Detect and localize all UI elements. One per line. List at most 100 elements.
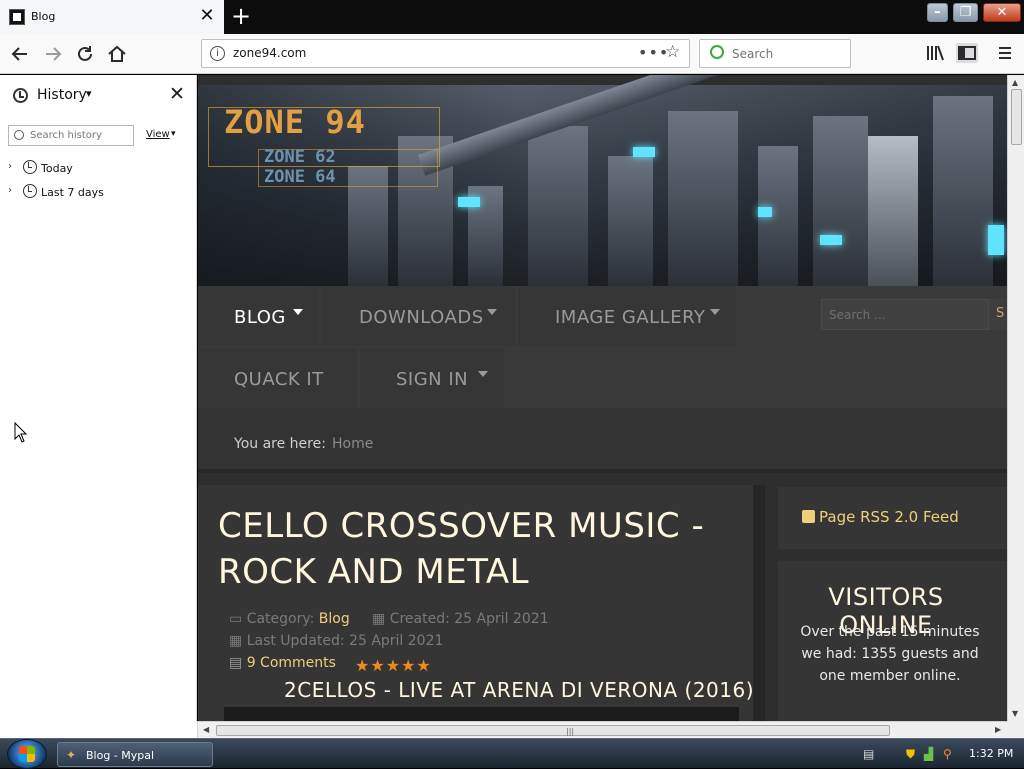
article-created: ▦ Created: 25 April 2021 [372,611,549,627]
minimize-button[interactable]: – [927,3,948,22]
forward-arrow-icon [46,47,62,61]
dropdown-caret-icon [478,371,488,377]
created-date: Created: 25 April 2021 [389,611,549,627]
rss-feed-link[interactable]: Page RSS 2.0 Feed [819,508,959,526]
view-menu-button[interactable]: View [146,129,170,140]
horizontal-scrollbar[interactable]: ◀ ||| ▶ [198,721,1007,738]
site-search-input[interactable]: Search ... [821,299,989,330]
breadcrumb: You are here: Home [198,408,1007,473]
dropdown-caret-icon [487,309,497,315]
history-clock-icon [13,88,28,103]
chevron-right-icon[interactable]: › [8,185,12,196]
site-info-icon[interactable]: i [210,46,225,61]
scroll-up-arrow-icon[interactable]: ▲ [1012,78,1018,87]
maximize-button[interactable]: ❐ [953,3,978,22]
address-bar[interactable]: i zone94.com ••• ☆ [201,39,690,68]
close-window-button[interactable]: ✕ [983,3,1021,22]
article-comments[interactable]: ▤ 9 Comments [229,655,336,671]
system-clock[interactable]: 1:32 PM [969,747,1013,760]
taskbar-app-label: Blog - Mypal [86,749,155,762]
category-link[interactable]: Blog [319,611,350,627]
menu-item-label: BLOG [234,307,286,328]
visitors-text: Over the past 15 minutes we had: 1355 gu… [800,624,980,684]
network-icon[interactable]: ▟ [924,747,933,761]
article-category: ▭ Category: Blog [229,611,350,627]
url-text[interactable]: zone94.com [233,46,306,60]
start-button[interactable] [7,739,47,769]
scroll-right-arrow-icon[interactable]: ▶ [995,725,1001,734]
web-page-content: ZONE 94 ZONE 62 ZONE 64 BLOG DOWNLOADS I… [198,75,1007,721]
clock-icon [23,160,37,174]
reload-button[interactable] [73,42,97,66]
article-title[interactable]: CELLO CROSSOVER MUSIC - ROCK AND METAL [218,503,758,595]
site-main-menu: BLOG DOWNLOADS IMAGE GALLERY QUACK IT SI… [198,286,1007,408]
back-button[interactable] [8,42,32,66]
menu-item-quack-it[interactable]: QUACK IT [198,348,357,408]
logo-subtitle-2: ZONE 64 [264,167,336,187]
scrollbar-corner [1007,721,1024,738]
visitors-online-module: VISITORS ONLINE Over the past 15 minutes… [778,561,1007,721]
back-arrow-icon [11,47,27,61]
sidebar-toggle-icon[interactable] [956,43,978,63]
search-icon [14,130,24,140]
comments-link[interactable]: 9 Comments [247,655,336,671]
bookmark-star-icon[interactable]: ☆ [665,42,680,62]
history-item-label: Today [41,162,73,175]
search-bar[interactable]: Search [699,39,851,68]
search-engine-icon[interactable] [710,45,724,59]
menu-item-blog[interactable]: BLOG [198,286,319,346]
search-tray-icon[interactable]: ⚲ [943,747,952,761]
mypal-app-icon: ✦ [66,748,77,762]
horizontal-scroll-thumb[interactable]: ||| [216,725,890,736]
menu-item-label: IMAGE GALLERY [555,307,706,328]
reload-icon [78,46,92,61]
windows-taskbar: ✦ Blog - Mypal ▤ ⛊ ▟ ⚲ 1:32 PM [0,738,1024,769]
category-label: Category: [246,611,315,627]
tab-blog[interactable]: Blog ✕ [0,0,224,34]
search-history-placeholder: Search history [30,130,102,141]
comment-icon: ▤ [229,655,243,671]
keyboard-icon[interactable]: ▤ [863,747,874,761]
site-search-button[interactable]: S [989,299,1007,330]
site-logo[interactable]: ZONE 94 [224,103,366,141]
library-icon[interactable] [925,43,945,63]
menu-item-label: QUACK IT [234,369,324,390]
history-item-today[interactable]: › Today [8,159,188,177]
tab-title: Blog [31,10,56,23]
scroll-left-arrow-icon[interactable]: ◀ [203,725,209,734]
chevron-down-icon[interactable]: ▾ [86,87,92,100]
logo-subtitle-1: ZONE 62 [264,147,336,167]
menu-item-sign-in[interactable]: SIGN IN [360,348,504,408]
calendar-icon: ▦ [229,633,243,649]
home-button[interactable] [105,42,129,66]
close-icon: ✕ [996,5,1008,20]
vertical-scrollbar[interactable]: ▲ ▼ [1007,75,1024,721]
breadcrumb-home-link[interactable]: Home [332,436,373,452]
tab-bar: Blog ✕ + – ❐ ✕ [0,0,1024,34]
sidebar-title[interactable]: History [37,87,87,103]
taskbar-app-button[interactable]: ✦ Blog - Mypal [57,742,213,767]
video-embed[interactable] [224,707,739,721]
sidebar-close-button[interactable]: ✕ [169,83,185,105]
menu-item-image-gallery[interactable]: IMAGE GALLERY [518,286,736,346]
menu-item-downloads[interactable]: DOWNLOADS [322,286,515,346]
chevron-right-icon[interactable]: › [8,161,12,172]
search-history-input[interactable]: Search history [8,125,134,146]
rating-stars[interactable]: ★★★★★ [355,656,432,675]
sidebar-footer [0,721,198,738]
chevron-down-icon[interactable]: ▾ [171,129,176,139]
menu-item-label: DOWNLOADS [359,307,484,328]
new-tab-button[interactable]: + [229,4,253,28]
updated-date: Last Updated: 25 April 2021 [246,633,444,649]
site-search-button-label: S [996,306,1005,321]
navigation-toolbar: i zone94.com ••• ☆ Search [0,34,1024,74]
scroll-down-arrow-icon[interactable]: ▼ [1012,709,1018,718]
vertical-scroll-thumb[interactable] [1011,89,1022,145]
history-sidebar: History ▾ ✕ Search history View ▾ › Toda… [0,75,197,721]
history-item-last-7-days[interactable]: › Last 7 days [8,183,188,201]
tab-close-button[interactable]: ✕ [198,6,216,26]
home-icon [108,45,126,62]
forward-button[interactable] [41,42,65,66]
hamburger-menu-icon[interactable] [996,43,1014,63]
shield-icon[interactable]: ⛊ [906,747,915,762]
